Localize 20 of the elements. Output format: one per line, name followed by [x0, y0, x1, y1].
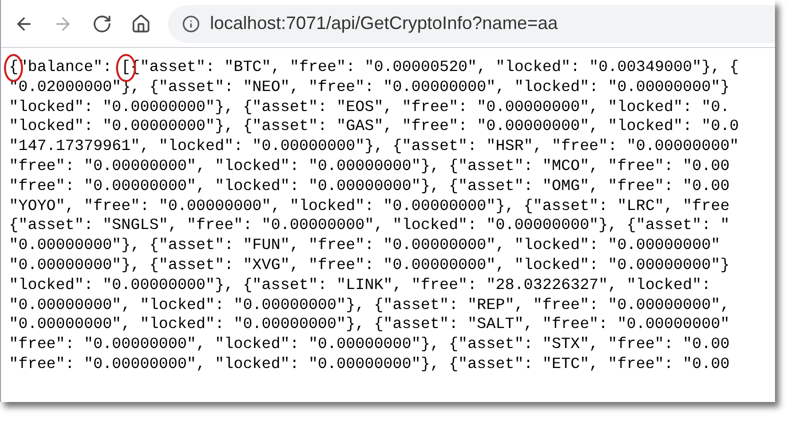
json-text-line: "147.17379961", "locked": "0.00000000"}, {"asset": "HSR", "free": "0.00000000"	[9, 137, 739, 157]
json-text-line: "0.00000000"}, {"asset": "FUN", "free": "0.00000000", "locked": "0.00000000"	[9, 236, 720, 256]
home-icon	[131, 14, 151, 34]
json-text-line: "locked": "0.00000000"}, {"asset": "EOS", "free": "0.00000000", "locked": "0.	[9, 98, 730, 118]
url-text: localhost:7071/api/GetCryptoInfo?name=aa	[210, 12, 558, 35]
json-text-line: "0.02000000"}, {"asset": "NEO", "free": "0.00000000", "locked": "0.00000000"}	[9, 78, 730, 98]
reload-icon	[92, 14, 112, 34]
json-text-line: "YOYO", "free": "0.00000000", "locked": "0.00000000"}, {"asset": "LRC", "free	[9, 196, 730, 216]
json-text-line: "free": "0.00000000", "locked": "0.00000000"}, {"asset": "MCO", "free": "0.00	[9, 156, 730, 177]
json-text-line: "0.00000000", "locked": "0.00000000"}, {"asset": "REP", "free": "0.00000000",	[9, 296, 730, 316]
json-text-line: "free": "0.00000000", "locked": "0.00000000"}, {"asset": "ETC", "free": "0.00	[9, 354, 730, 375]
address-bar[interactable]: localhost:7071/api/GetCryptoInfo?name=aa	[168, 4, 775, 42]
json-text-line: "locked": "0.00000000"}, {"asset": "LINK", "free": "28.03226327", "locked":	[9, 276, 711, 296]
json-text-line: "0.00000000", "locked": "0.00000000"}, {"asset": "SALT", "free": "0.00000000"	[9, 315, 730, 336]
json-text-line: "free": "0.00000000", "locked": "0.00000000"}, {"asset": "STX", "free": "0.00	[9, 335, 730, 355]
json-text-line: "free": "0.00000000", "locked": "0.00000000"}, {"asset": "OMG", "free": "0.00	[9, 176, 730, 197]
json-text-line: "0.00000000"}, {"asset": "XVG", "free": "0.00000000", "locked": "0.00000000"}	[9, 256, 730, 276]
info-icon	[182, 14, 200, 32]
json-text-line: {"asset": "SNGLS", "free": "0.00000000", "locked": "0.00000000"}, {"asset": "	[9, 216, 730, 236]
json-text-line: "locked": "0.00000000"}, {"asset": "GAS", "free": "0.00000000", "locked": "0.0	[9, 117, 739, 138]
